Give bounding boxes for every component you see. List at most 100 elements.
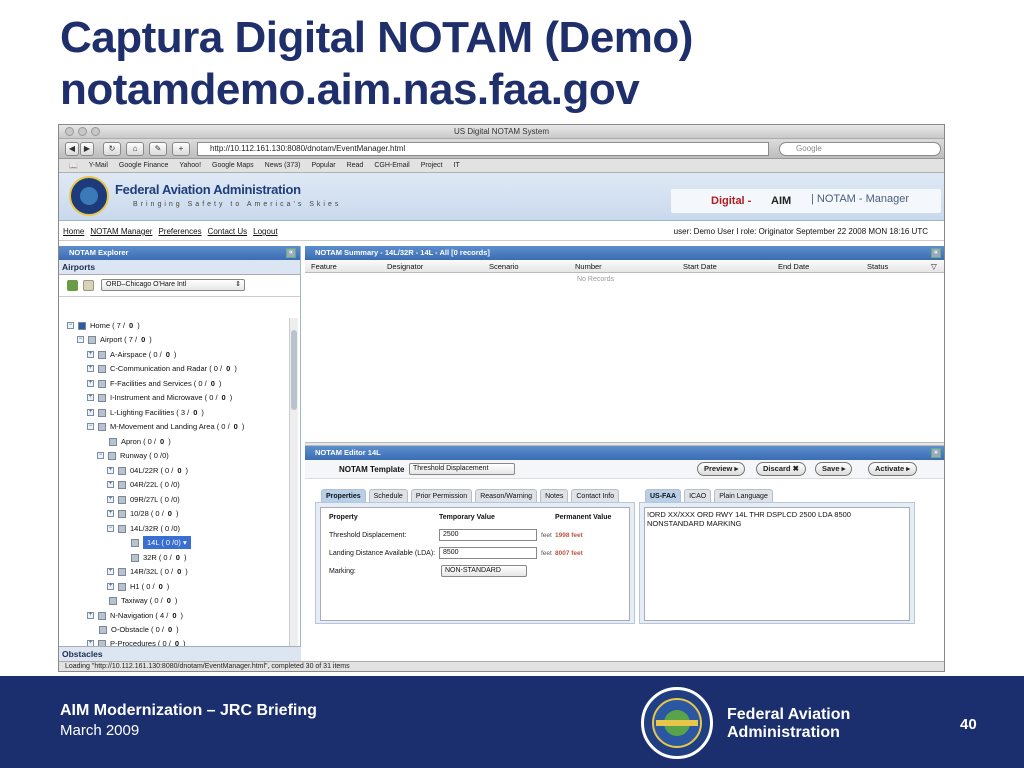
- expand-toggle-icon[interactable]: +: [107, 568, 114, 575]
- tab-schedule[interactable]: Schedule: [368, 489, 408, 502]
- reload-icon[interactable]: ↻: [103, 142, 121, 156]
- tree-node[interactable]: +04R/22L ( 0 /0): [107, 478, 180, 491]
- bookmark-item[interactable]: Y-Mail: [89, 162, 108, 169]
- footer-org-line2: Administration: [727, 724, 840, 741]
- tree-node[interactable]: − 14L/32R ( 0 /0): [107, 522, 180, 535]
- expand-toggle-icon[interactable]: +: [87, 394, 94, 401]
- refresh-icon[interactable]: [67, 280, 78, 291]
- collapse-toggle-icon[interactable]: −: [67, 322, 74, 329]
- tab-notes[interactable]: Notes: [540, 489, 569, 502]
- expand-toggle-icon[interactable]: +: [107, 481, 114, 488]
- tab-plain-language[interactable]: Plain Language: [714, 489, 773, 502]
- save-button[interactable]: Save ▸: [815, 462, 853, 476]
- tree-node[interactable]: +10/28 ( 0 / 0 ): [107, 507, 178, 520]
- threshold-permanent: 1998 feet: [555, 532, 583, 539]
- bookmark-item[interactable]: Read: [347, 162, 364, 169]
- back-button[interactable]: ◀: [65, 142, 79, 156]
- tab-contact-info[interactable]: Contact Info: [571, 489, 620, 502]
- add-bookmark-button[interactable]: +: [172, 142, 190, 156]
- tree-node-selected[interactable]: 14L ( 0 /0) ▾: [131, 536, 191, 549]
- col-designator[interactable]: Designator: [387, 262, 423, 271]
- airport-select[interactable]: ORD–Chicago O'Hare Intl: [101, 279, 245, 291]
- nav-logout-link[interactable]: Logout: [253, 227, 277, 236]
- tree-node[interactable]: + N-Navigation ( 4 / 0 ): [87, 609, 183, 622]
- search-input[interactable]: Google: [779, 142, 941, 156]
- expand-toggle-icon[interactable]: +: [107, 496, 114, 503]
- collapse-toggle-icon[interactable]: −: [87, 423, 94, 430]
- bookmark-item[interactable]: News (373): [265, 162, 301, 169]
- tab-prior-permission[interactable]: Prior Permission: [410, 489, 473, 502]
- tree-node[interactable]: Apron ( 0 / 0 ): [109, 435, 171, 448]
- nav-notam-manager-link[interactable]: NOTAM Manager: [90, 227, 152, 236]
- tree-node[interactable]: − Home ( 7 / 0 ): [67, 319, 140, 332]
- bookmark-item[interactable]: Yahoo!: [179, 162, 201, 169]
- tree-node[interactable]: +04L/22R ( 0 / 0 ): [107, 464, 188, 477]
- marking-select[interactable]: NON-STANDARD: [441, 565, 527, 577]
- expand-toggle-icon[interactable]: +: [87, 365, 94, 372]
- tab-us-faa[interactable]: US-FAA: [645, 489, 682, 502]
- obstacles-section[interactable]: Obstacles: [59, 646, 301, 661]
- filter-icon[interactable]: ▽: [931, 262, 937, 271]
- tree-node[interactable]: − M-Movement and Landing Area ( 0 / 0 ): [87, 420, 244, 433]
- expand-toggle-icon[interactable]: +: [87, 380, 94, 387]
- tab-properties[interactable]: Properties: [321, 489, 366, 502]
- forward-button[interactable]: ▶: [80, 142, 94, 156]
- airports-section[interactable]: Airports: [59, 260, 300, 275]
- tree-node[interactable]: Taxiway ( 0 / 0 ): [109, 594, 177, 607]
- template-select[interactable]: Threshold Displacement: [409, 463, 515, 475]
- discard-button[interactable]: Discard ✖: [756, 462, 806, 476]
- tree-node[interactable]: +14R/32L ( 0 / 0 ): [107, 565, 188, 578]
- tree-node[interactable]: +09R/27L ( 0 /0): [107, 493, 180, 506]
- nav-contact-link[interactable]: Contact Us: [208, 227, 248, 236]
- bookmark-item[interactable]: Google Maps: [212, 162, 254, 169]
- tree-node[interactable]: + I-Instrument and Microwave ( 0 / 0 ): [87, 391, 232, 404]
- col-feature[interactable]: Feature: [311, 262, 337, 271]
- threshold-input[interactable]: 2500: [439, 529, 537, 541]
- collapse-icon[interactable]: »: [931, 448, 941, 458]
- tree-node[interactable]: + C-Communication and Radar ( 0 / 0 ): [87, 362, 237, 375]
- tree-tail: ): [137, 321, 140, 330]
- expand-toggle-icon[interactable]: +: [87, 612, 94, 619]
- expand-toggle-icon[interactable]: +: [107, 510, 114, 517]
- bookmark-icon[interactable]: ✎: [149, 142, 167, 156]
- url-field[interactable]: http://10.112.161.130:8080/dnotam/EventM…: [197, 142, 769, 156]
- expand-toggle-icon[interactable]: +: [107, 583, 114, 590]
- expand-toggle-icon[interactable]: +: [87, 409, 94, 416]
- tree-node[interactable]: + L-Lighting Facilities ( 3 / 0 ): [87, 406, 204, 419]
- tree-node[interactable]: − Runway ( 0 /0): [97, 449, 169, 462]
- tree-node[interactable]: + A-Airspace ( 0 / 0 ): [87, 348, 176, 361]
- collapse-toggle-icon[interactable]: −: [77, 336, 84, 343]
- activate-button[interactable]: Activate ▸: [868, 462, 918, 476]
- expand-toggle-icon[interactable]: +: [107, 467, 114, 474]
- collapse-icon[interactable]: «: [286, 248, 296, 258]
- tree-node[interactable]: 32R ( 0 / 0 ): [131, 551, 186, 564]
- home-icon[interactable]: ⌂: [126, 142, 144, 156]
- tree-node[interactable]: + F-Facilities and Services ( 0 / 0 ): [87, 377, 221, 390]
- nav-home-link[interactable]: Home: [63, 227, 84, 236]
- tab-icao[interactable]: ICAO: [684, 489, 712, 502]
- bookmark-item[interactable]: Project: [421, 162, 443, 169]
- bookmark-item[interactable]: CGH-Email: [374, 162, 409, 169]
- collapse-toggle-icon[interactable]: −: [107, 525, 114, 532]
- col-end-date[interactable]: End Date: [778, 262, 809, 271]
- edit-icon[interactable]: [83, 280, 94, 291]
- bookmark-item[interactable]: Google Finance: [119, 162, 168, 169]
- nav-preferences-link[interactable]: Preferences: [158, 227, 201, 236]
- collapse-toggle-icon[interactable]: −: [97, 452, 104, 459]
- tree-node[interactable]: + H1 ( 0 / 0 ): [107, 580, 169, 593]
- tab-reason-warning[interactable]: Reason/Warning: [475, 489, 538, 502]
- expand-toggle-icon[interactable]: +: [87, 351, 94, 358]
- bookmark-item[interactable]: Popular: [311, 162, 335, 169]
- col-scenario[interactable]: Scenario: [489, 262, 519, 271]
- tree-node[interactable]: − Airport ( 7 / 0 ): [77, 333, 152, 346]
- collapse-icon[interactable]: «: [931, 248, 941, 258]
- col-start-date[interactable]: Start Date: [683, 262, 717, 271]
- book-icon[interactable]: 📖: [69, 162, 78, 170]
- col-number[interactable]: Number: [575, 262, 602, 271]
- col-status[interactable]: Status: [867, 262, 888, 271]
- tree-node[interactable]: O-Obstacle ( 0 / 0 ): [99, 623, 179, 636]
- lda-input[interactable]: 8500: [439, 547, 537, 559]
- bookmark-item[interactable]: IT: [454, 162, 460, 169]
- tree-scrollbar[interactable]: [289, 318, 298, 648]
- preview-button[interactable]: Preview ▸: [697, 462, 746, 476]
